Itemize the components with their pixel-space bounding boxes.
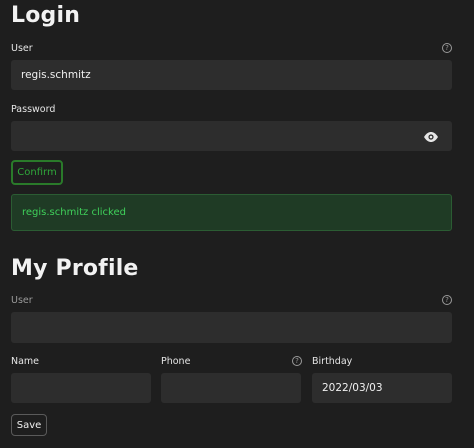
profile-user-label: User [11,295,33,306]
confirm-button[interactable]: Confirm [11,160,63,185]
save-button[interactable]: Save [11,414,47,436]
name-label: Name [11,356,40,367]
help-icon[interactable]: ? [292,356,302,366]
phone-field[interactable] [161,373,301,403]
password-field[interactable] [11,121,452,151]
eye-icon[interactable] [423,129,439,143]
name-field[interactable] [11,373,151,403]
profile-user-field[interactable] [11,312,452,343]
login-title: Login [11,3,81,28]
success-message-text: regis.schmitz clicked [22,207,126,218]
birthday-field[interactable]: 2022/03/03 [312,373,452,403]
help-icon[interactable]: ? [442,43,452,53]
help-icon[interactable]: ? [442,295,452,305]
login-user-label: User [11,43,33,54]
success-message: regis.schmitz clicked [11,194,452,231]
password-label: Password [11,104,56,115]
profile-title: My Profile [11,256,139,281]
phone-label: Phone [161,356,191,367]
login-user-value: regis.schmitz [21,69,91,81]
login-user-field[interactable]: regis.schmitz [11,60,452,90]
birthday-value: 2022/03/03 [322,382,383,394]
birthday-label: Birthday [312,356,353,367]
